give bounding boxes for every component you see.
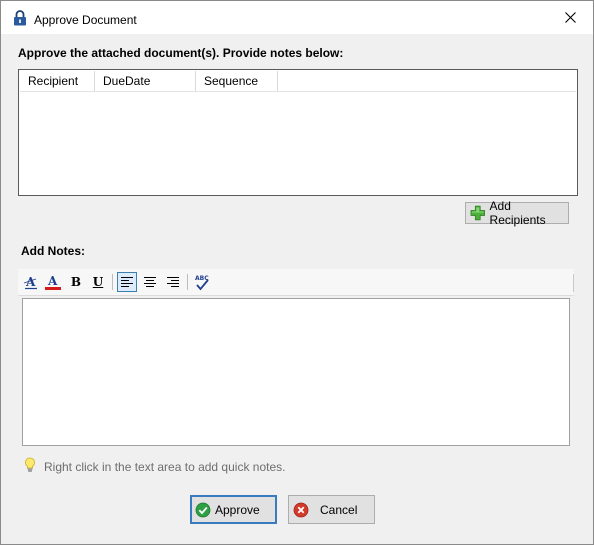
add-recipients-button[interactable]: Add Recipients <box>465 199 569 227</box>
align-center-button[interactable] <box>140 272 160 292</box>
column-header-recipient[interactable]: Recipient <box>20 71 95 91</box>
quick-notes-hint: Right click in the text area to add quic… <box>44 460 286 474</box>
close-button[interactable] <box>547 1 593 34</box>
align-right-button[interactable] <box>163 272 183 292</box>
font-color-button[interactable]: A <box>43 272 63 292</box>
column-header-duedate[interactable]: DueDate <box>95 71 196 91</box>
align-left-icon <box>121 277 133 287</box>
add-notes-label: Add Notes: <box>21 244 85 258</box>
cancel-label: Cancel <box>320 502 358 517</box>
instructions-label: Approve the attached document(s). Provid… <box>18 46 344 60</box>
approve-document-dialog: Approve Document Approve the attached do… <box>0 0 594 545</box>
svg-text:A: A <box>47 274 58 288</box>
table-header: Recipient DueDate Sequence <box>20 71 576 92</box>
recipients-table[interactable]: Recipient DueDate Sequence <box>18 69 578 196</box>
font-color-icon: A <box>45 274 61 290</box>
check-icon <box>195 502 211 517</box>
formatting-toolbar: A A B U ABC <box>18 269 574 296</box>
lightbulb-icon <box>25 457 35 472</box>
add-recipients-label: Add Recipients <box>489 199 546 227</box>
notes-textarea[interactable] <box>22 298 570 446</box>
bold-icon: B <box>70 275 82 289</box>
lock-icon <box>14 10 26 26</box>
toolbar-end-divider <box>573 274 574 292</box>
toolbar-separator <box>112 274 113 290</box>
spell-check-button[interactable]: ABC <box>192 272 212 292</box>
window-title: Approve Document <box>34 13 137 27</box>
spell-check-icon: ABC <box>195 275 209 291</box>
underline-button[interactable]: U <box>88 272 108 292</box>
font-style-button[interactable]: A <box>21 272 41 292</box>
close-icon <box>564 12 576 23</box>
plus-icon <box>470 205 485 221</box>
font-style-icon: A <box>23 275 37 290</box>
approve-button[interactable]: Approve <box>190 495 277 524</box>
toolbar-separator <box>187 274 188 290</box>
title-bar: Approve Document <box>1 1 593 34</box>
underline-icon: U <box>92 275 104 289</box>
align-center-icon <box>144 277 156 287</box>
align-right-icon <box>167 277 179 287</box>
cancel-icon <box>293 502 309 517</box>
column-header-sequence[interactable]: Sequence <box>196 71 278 91</box>
align-left-button[interactable] <box>117 272 137 292</box>
approve-label: Approve <box>215 502 260 517</box>
cancel-button[interactable]: Cancel <box>288 495 375 524</box>
bold-button[interactable]: B <box>66 272 86 292</box>
